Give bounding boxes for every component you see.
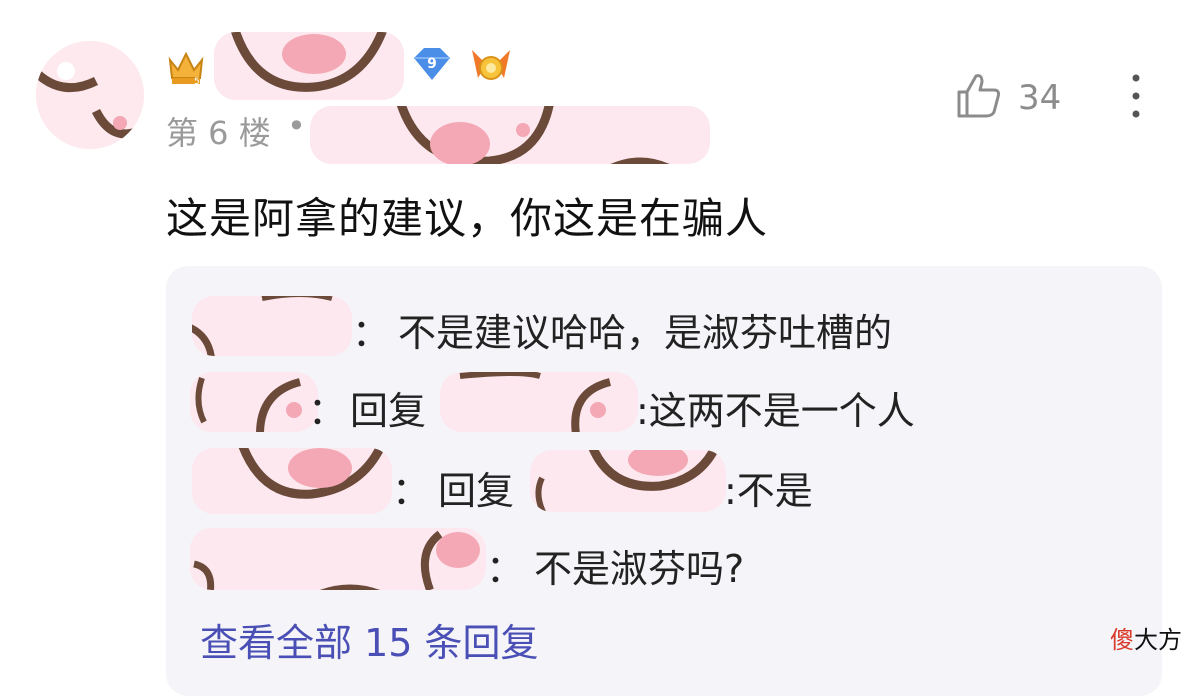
- reply-author-redacted[interactable]: [190, 528, 486, 590]
- floor-label: 第 6 楼: [166, 114, 271, 152]
- watermark-red-char: 傻: [1110, 626, 1134, 654]
- avatar[interactable]: [36, 41, 144, 149]
- floor-separator: •: [287, 107, 306, 145]
- level-badge-icon: 9: [408, 44, 456, 84]
- reply-2-word: 回复: [350, 389, 427, 433]
- medal-icon: [468, 44, 514, 86]
- reply-target-redacted[interactable]: [530, 450, 726, 512]
- reply-1-text: 不是建议哈哈，是淑芬吐槽的: [398, 311, 893, 355]
- reply-4-text: 不是淑芬吗?: [534, 547, 745, 591]
- reply-2-text: :这两不是一个人: [636, 389, 915, 433]
- svg-text:9: 9: [427, 56, 437, 72]
- watermark-text: 大方: [1134, 626, 1182, 654]
- reply-author-redacted[interactable]: [192, 448, 392, 514]
- reply-2-sep: ：: [308, 389, 347, 433]
- more-options-button[interactable]: [1124, 72, 1148, 122]
- view-all-replies-link[interactable]: 查看全部 15 条回复: [200, 612, 539, 667]
- comment-text: 这是阿拿的建议，你这是在骗人: [166, 194, 769, 243]
- post-meta-redacted: [310, 106, 710, 164]
- watermark: 傻大方: [1110, 620, 1182, 655]
- reply-target-redacted[interactable]: [440, 372, 638, 432]
- reply-1-sep: ：: [352, 311, 391, 355]
- thumbs-up-icon: [957, 74, 1000, 118]
- svg-text:5: 5: [194, 77, 200, 86]
- reply-3-sep: ：: [392, 469, 431, 513]
- reply-author-redacted[interactable]: [190, 372, 318, 432]
- like-button[interactable]: [956, 72, 1002, 120]
- username-redacted[interactable]: [214, 32, 404, 100]
- reply-3-text: :不是: [724, 469, 813, 513]
- more-vertical-icon: [1132, 74, 1140, 118]
- crown-icon: 5: [166, 48, 206, 87]
- reply-author-redacted[interactable]: [192, 296, 352, 356]
- like-count: 34: [1018, 78, 1062, 118]
- reply-3-word: 回复: [438, 469, 515, 513]
- reply-4-sep: ：: [486, 547, 525, 591]
